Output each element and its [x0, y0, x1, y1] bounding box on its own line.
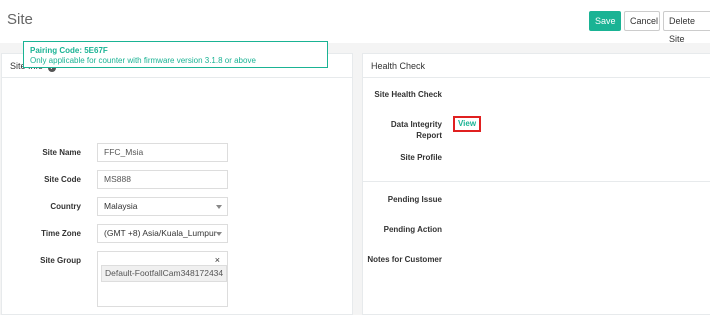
- page-title: Site: [7, 11, 33, 28]
- site-group-multiselect[interactable]: × Default-FootfallCam348172434: [97, 251, 228, 307]
- data-integrity-view-link[interactable]: View: [453, 116, 481, 132]
- chevron-down-icon: [216, 232, 222, 236]
- data-integrity-label: Data Integrity Report: [362, 119, 442, 141]
- country-value: Malaysia: [104, 201, 138, 211]
- divider: [363, 181, 710, 182]
- data-integrity-line2: Report: [416, 131, 442, 140]
- site-code-input[interactable]: MS888: [97, 170, 228, 189]
- time-zone-select[interactable]: (GMT +8) Asia/Kuala_Lumpur: [97, 224, 228, 243]
- pending-action-label: Pending Action: [383, 225, 442, 234]
- pairing-code-alert: Pairing Code: 5E67F Only applicable for …: [23, 41, 328, 68]
- delete-site-button[interactable]: Delete Site: [663, 11, 710, 44]
- pending-issue-label: Pending Issue: [387, 195, 442, 204]
- site-name-label: Site Name: [42, 148, 81, 157]
- cancel-button[interactable]: Cancel: [624, 11, 660, 31]
- site-group-tag[interactable]: Default-FootfallCam348172434: [101, 265, 228, 282]
- time-zone-label: Time Zone: [41, 229, 81, 238]
- country-select[interactable]: Malaysia: [97, 197, 228, 216]
- site-name-input[interactable]: FFC_Msia: [97, 143, 228, 162]
- save-button[interactable]: Save: [589, 11, 621, 31]
- clear-icon[interactable]: ×: [215, 255, 220, 265]
- health-check-header: Health Check: [363, 54, 710, 78]
- health-check-title: Health Check: [371, 61, 426, 71]
- top-bar: Site Save Cancel Delete Site: [0, 0, 710, 44]
- pairing-code: Pairing Code: 5E67F: [30, 46, 108, 55]
- country-label: Country: [50, 202, 81, 211]
- chevron-down-icon: [216, 205, 222, 209]
- site-health-check-label: Site Health Check: [374, 90, 442, 99]
- notes-for-customer-label: Notes for Customer: [367, 255, 442, 264]
- time-zone-value: (GMT +8) Asia/Kuala_Lumpur: [104, 228, 217, 238]
- site-profile-label: Site Profile: [400, 153, 442, 162]
- site-code-label: Site Code: [44, 175, 81, 184]
- pairing-note: Only applicable for counter with firmwar…: [30, 56, 256, 65]
- data-integrity-line1: Data Integrity: [390, 120, 442, 129]
- site-group-label: Site Group: [40, 256, 81, 265]
